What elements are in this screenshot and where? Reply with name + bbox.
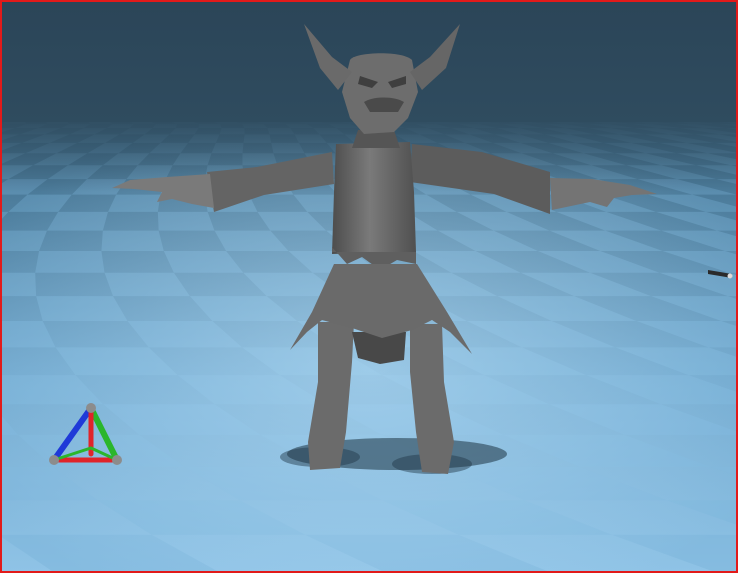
tunic-torso [332, 142, 416, 254]
gizmo-handle-left[interactable] [49, 455, 59, 465]
3d-viewport[interactable] [0, 0, 738, 573]
gizmo-handle-top[interactable] [86, 403, 96, 413]
scene-canvas[interactable] [2, 2, 736, 571]
gizmo-handle-right[interactable] [112, 455, 122, 465]
